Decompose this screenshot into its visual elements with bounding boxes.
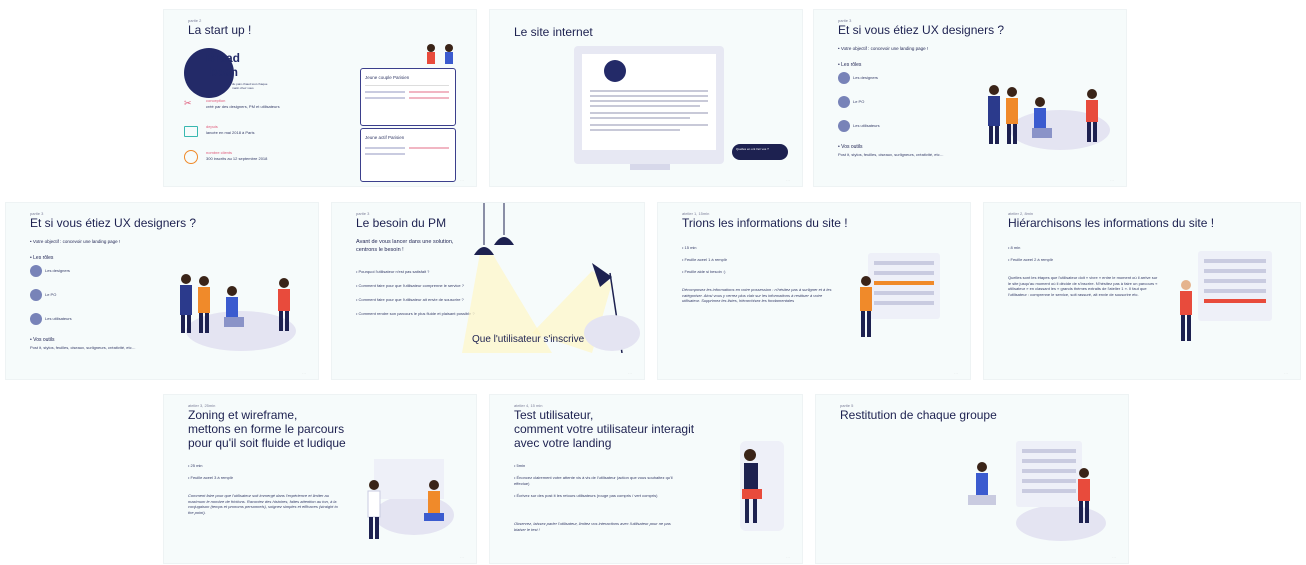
bullet: • 25 min xyxy=(188,463,203,468)
bullet: • Énoncez clairement votre attente vis à… xyxy=(514,475,673,486)
role-item: Les designers xyxy=(838,72,878,84)
intro-line: centrons le besoin ! xyxy=(356,247,404,253)
note: Quelles sont les étapes que l'utilisateu… xyxy=(1008,275,1158,297)
tools-text: Post it, stylos, feuilles, ciseaux, surl… xyxy=(30,345,136,350)
persona-title: Jeune couple Parisien xyxy=(365,75,410,80)
avatar xyxy=(838,120,850,132)
avatar xyxy=(838,96,850,108)
bullet: • 5min xyxy=(514,463,526,468)
avatar xyxy=(30,289,42,301)
monitor xyxy=(574,46,724,164)
scissors-icon: ✂ xyxy=(184,98,192,108)
slide-test-utilisateur[interactable]: atelier 4, 15 min Test utilisateur, comm… xyxy=(490,395,802,563)
slide-hierarchisons-informations[interactable]: atelier 2, 8min Hiérarchisons les inform… xyxy=(984,203,1300,379)
slide-title: Le site internet xyxy=(514,25,593,39)
callout-bubble: Quelles en ont l'air vos ? xyxy=(732,144,788,160)
persona-title: Jeune actif Parisien xyxy=(365,135,405,140)
slide-ux-designers[interactable]: partie 3 Et si vous étiez UX designers ?… xyxy=(6,203,318,379)
tools-title: • Vos outils xyxy=(30,337,55,343)
info-value: créé par des designers, PM et utilisateu… xyxy=(206,104,280,109)
logo-word-2: bean xyxy=(210,65,239,79)
slide-title: Le besoin du PM xyxy=(356,216,447,230)
slide-site-internet[interactable]: Le site internet Quelles en ont l'air vo… xyxy=(490,10,802,186)
monitor-stand xyxy=(630,164,670,170)
tools-text: Post it, stylos, feuilles, ciseaux, surl… xyxy=(838,152,944,157)
note: Comment faire pour que l'utilisateur soi… xyxy=(188,493,338,515)
slide-title-line: avec votre landing xyxy=(514,436,612,450)
answer-text: Que l'utilisateur s'inscrive xyxy=(472,334,585,345)
slide-zoning-wireframe[interactable]: atelier 3, 25min Zoning et wireframe, me… xyxy=(164,395,476,563)
slide-title: Et si vous étiez UX designers ? xyxy=(30,216,197,230)
slide-ux-designers[interactable]: partie 3 Et si vous étiez UX designers ?… xyxy=(814,10,1126,186)
people-illustration xyxy=(968,462,1090,523)
slide-start-up[interactable]: partie 2 La start up ! Bread bean du pai… xyxy=(164,10,476,186)
logo-tagline: du pain chaud tout chaque matin chez vou… xyxy=(232,82,268,91)
lamp-icon xyxy=(462,203,640,353)
ui-panel xyxy=(1198,251,1272,321)
team-illustration xyxy=(180,274,290,333)
slide-title-line: Zoning et wireframe, xyxy=(188,408,298,422)
slide-title: Restitution de chaque groupe xyxy=(840,408,997,422)
info-label: nombre clients xyxy=(206,150,233,155)
role-item: Le PO xyxy=(30,289,56,301)
slide-restitution[interactable]: partie 5 Restitution de chaque groupe · … xyxy=(816,395,1128,563)
goal-text: • Votre objectif : concevoir une landing… xyxy=(30,239,121,244)
question: • Comment rendre son parcours le plus fl… xyxy=(356,311,475,316)
role-item: Les utilisateurs xyxy=(30,313,72,325)
slide-title-line: Test utilisateur, xyxy=(514,408,594,422)
bullet: • Écrivez sur des post it les retours ut… xyxy=(514,493,658,498)
goal-text: • Votre objectif : concevoir une landing… xyxy=(838,46,929,51)
person-illustration xyxy=(860,276,872,337)
people-illustration xyxy=(367,459,444,539)
team-illustration xyxy=(988,85,1098,144)
intro-line: Avant de vous lancer dans une solution, xyxy=(356,239,454,245)
question: • Comment faire pour que l'utilisateur c… xyxy=(356,283,464,288)
slide-title-line: pour qu'il soit fluide et ludique xyxy=(188,436,346,450)
slide-title-line: mettons en forme le parcours xyxy=(188,422,345,436)
persona-card: Jeune actif Parisien xyxy=(360,128,456,182)
avatar xyxy=(30,313,42,325)
roles-title: • Les rôles xyxy=(30,255,54,261)
user-icon xyxy=(184,150,198,164)
slide-besoin-pm[interactable]: partie 3 Le besoin du PM Avant de vous l… xyxy=(332,203,644,379)
persona-card: Jeune couple Parisien xyxy=(360,68,456,126)
breadbean-logo xyxy=(604,60,626,82)
callout-text: Quelles en ont l'air vos ? xyxy=(736,147,769,151)
info-label: depuis xyxy=(206,124,218,129)
flag-icon xyxy=(184,126,198,137)
person-illustration xyxy=(1180,280,1192,341)
slide-title: Hiérarchisons les informations du site ! xyxy=(1008,216,1215,230)
role-item: Le PO xyxy=(838,96,864,108)
role-item: Les utilisateurs xyxy=(838,120,880,132)
slide-title: Trions les informations du site ! xyxy=(682,216,848,230)
person-illustration xyxy=(742,449,762,523)
tools-title: • Vos outils xyxy=(838,144,863,150)
avatar xyxy=(30,265,42,277)
question: • Pourquoi l'utilisateur n'est pas satis… xyxy=(356,269,430,274)
role-item: Les designers xyxy=(30,265,70,277)
bullet: • 15 min xyxy=(682,245,697,250)
note: Observez, laissez parler l'utilisateur, … xyxy=(514,521,671,532)
info-value: lancée en mai 2018 à Paris xyxy=(206,130,255,135)
slide-title-line: comment votre utilisateur interagit xyxy=(514,422,695,436)
question: • Comment faire pour que l'utilisateur a… xyxy=(356,297,464,302)
info-value: 300 inscrits au 12 septembre 2018 xyxy=(206,156,268,161)
info-label: conception xyxy=(206,98,226,103)
slide-trions-informations[interactable]: atelier 1, 15min Trions les informations… xyxy=(658,203,970,379)
note: Décomposez les informations en votre pos… xyxy=(682,287,832,304)
people-illustration xyxy=(427,44,453,64)
slide-title: La start up ! xyxy=(188,23,252,37)
bullet: • Feuille aceel 3 à remplir xyxy=(188,475,233,480)
avatar xyxy=(838,72,850,84)
bullet: • 8 min xyxy=(1008,245,1021,250)
bullet: • Feuille aceel 2 à remplir xyxy=(1008,257,1053,262)
bullet: • Feuille aide si besoin :) xyxy=(682,269,726,274)
roles-title: • Les rôles xyxy=(838,62,862,68)
bullet: • Feuille aceel 1 à remplir xyxy=(682,257,727,262)
slide-title: Et si vous étiez UX designers ? xyxy=(838,23,1005,37)
